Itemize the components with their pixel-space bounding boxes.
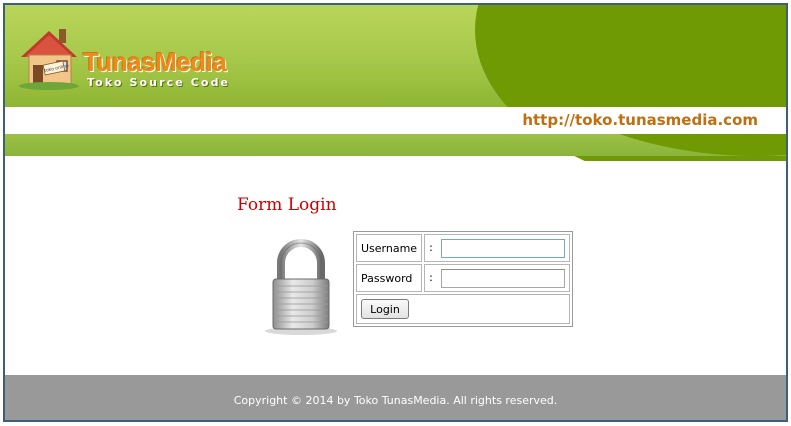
site-footer: Copyright © 2014 by Toko TunasMedia. All… — [5, 375, 786, 420]
login-button-cell: Login — [356, 294, 570, 324]
password-input[interactable] — [440, 268, 565, 288]
username-input-cell: : — [424, 234, 570, 262]
login-button[interactable]: Login — [361, 299, 409, 319]
house-logo-icon: toko online — [19, 29, 79, 90]
page-frame: http://toko.tunasmedia.com toko online T… — [3, 3, 788, 422]
username-input[interactable] — [440, 238, 565, 258]
username-label: Username — [356, 234, 423, 262]
form-title: Form Login — [237, 195, 337, 215]
password-separator: : — [429, 271, 433, 284]
login-form-table: Username : Password : Login — [353, 231, 573, 327]
site-header: http://toko.tunasmedia.com toko online T… — [5, 5, 786, 161]
password-input-cell: : — [424, 264, 570, 292]
password-label: Password — [356, 264, 423, 292]
button-row: Login — [356, 294, 570, 324]
username-row: Username : — [356, 234, 570, 262]
logo-tagline: Toko Source Code — [87, 76, 231, 89]
logo-name: TunasMedia — [83, 47, 227, 77]
footer-copyright: Copyright © 2014 by Toko TunasMedia. All… — [233, 394, 558, 407]
header-bottom-arc-decoration — [475, 134, 786, 156]
site-logo[interactable]: toko online TunasMedia Toko Source Code — [17, 23, 257, 95]
password-row: Password : — [356, 264, 570, 292]
username-separator: : — [429, 241, 433, 254]
header-bottom-strip — [5, 134, 786, 156]
site-url[interactable]: http://toko.tunasmedia.com — [522, 111, 758, 129]
padlock-icon — [261, 237, 341, 341]
